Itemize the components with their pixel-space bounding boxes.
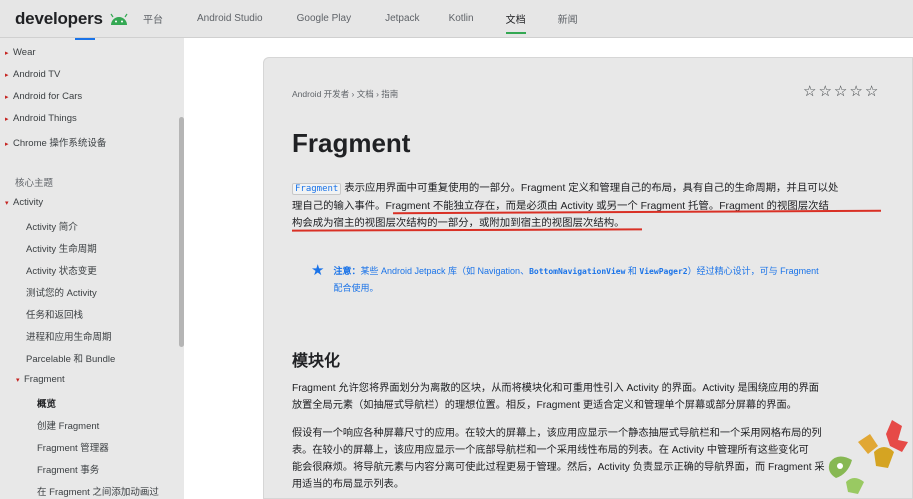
- intro-text-1: 表示应用界面中可重复使用的一部分。Fragment 定义和管理自己的布局，具有自…: [341, 183, 839, 194]
- top-nav-bar: developers 平台 Android Studio Google Play…: [0, 0, 913, 38]
- para1-line-1: Fragment 允许您将界面划分为离散的区块，从而将模块化和可重用性引入 Ac…: [292, 383, 819, 394]
- note-text-a: 某些 Android Jetpack 库（如 Navigation、: [360, 266, 530, 276]
- nav-kotlin[interactable]: Kotlin: [449, 0, 474, 38]
- sidebar-heading-core-topics: 核心主题: [15, 178, 54, 189]
- sidebar-item-label: Android for Cars: [13, 91, 83, 102]
- sidebar-item-label: Android TV: [13, 69, 61, 80]
- decorative-sticker-icon: [828, 420, 908, 494]
- sidebar-scroll-indicator: [75, 38, 95, 40]
- sidebar-item-wear[interactable]: ▸ Wear: [5, 47, 36, 58]
- section-heading-modularity: 模块化: [292, 353, 341, 370]
- star-icon[interactable]: ☆: [803, 84, 816, 99]
- sidebar-item-label: Wear: [13, 47, 36, 58]
- sidebar-item-label: Activity: [13, 197, 44, 208]
- logo-text: developers: [15, 8, 103, 28]
- sidebar-item-label: Android Things: [13, 113, 77, 124]
- sidebar-item-chrome-os[interactable]: ▸ Chrome 操作系统设备: [5, 135, 106, 149]
- note-callout: ★ 注意：某些 Android Jetpack 库（如 Navigation、B…: [311, 263, 881, 296]
- expand-arrow-icon: ▸: [5, 72, 9, 79]
- star-icon[interactable]: ☆: [818, 84, 831, 99]
- bottom-navigation-view-link[interactable]: BottomNavigationView: [529, 267, 625, 276]
- modularity-paragraph-1: Fragment 允许您将界面划分为离散的区块，从而将模块化和可重用性引入 Ac…: [292, 380, 882, 414]
- star-icon[interactable]: ☆: [834, 84, 847, 99]
- para2-line-3: 能会很麻烦。将导航元素与内容分离可使此过程更易于管理。然后，Activity 负…: [292, 462, 825, 473]
- nav-platform[interactable]: 平台: [143, 0, 163, 38]
- star-icon[interactable]: ☆: [849, 84, 862, 99]
- note-line-1: 注意：某些 Android Jetpack 库（如 Navigation、Bot…: [333, 263, 881, 280]
- viewpager2-link[interactable]: ViewPager2: [639, 267, 687, 276]
- modularity-paragraph-2: 假设有一个响应各种屏幕尺寸的应用。在较大的屏幕上，该应用应显示一个静态抽屉式导航…: [292, 425, 882, 493]
- expand-arrow-icon: ▸: [5, 50, 9, 57]
- sidebar-item-label: Fragment: [24, 374, 65, 385]
- fragment-code-link[interactable]: Fragment: [292, 183, 342, 195]
- intro-paragraph: Fragment 表示应用界面中可重复使用的一部分。Fragment 定义和管理…: [292, 180, 882, 232]
- para2-line-2: 表。在较小的屏幕上，该应用应显示一个底部导航栏和一个采用线性布局的列表。在 Ac…: [292, 445, 809, 456]
- note-text-c: ）经过精心设计，可与 Fragment: [687, 266, 819, 276]
- page-title: Fragment: [292, 128, 411, 158]
- sidebar-item-android-for-cars[interactable]: ▸ Android for Cars: [5, 91, 82, 102]
- sidebar-item-activity-state[interactable]: Activity 状态变更: [26, 263, 97, 277]
- intro-line-1: Fragment 表示应用界面中可重复使用的一部分。Fragment 定义和管理…: [292, 180, 882, 198]
- breadcrumb[interactable]: Android 开发者 › 文档 › 指南: [292, 88, 398, 100]
- note-label: 注意：: [333, 266, 361, 276]
- sidebar-item-process-lifecycle[interactable]: 进程和应用生命周期: [26, 329, 112, 343]
- para2-line-1: 假设有一个响应各种屏幕尺寸的应用。在较大的屏幕上，该应用应显示一个静态抽屉式导航…: [292, 428, 822, 439]
- sidebar-item-parcelable-bundle[interactable]: Parcelable 和 Bundle: [26, 351, 115, 365]
- note-line-2: 配合使用。: [333, 283, 379, 293]
- nav-google-play[interactable]: Google Play: [297, 0, 351, 38]
- sidebar-item-activity-intro[interactable]: Activity 简介: [26, 219, 78, 233]
- sidebar-item-android-things[interactable]: ▸ Android Things: [5, 113, 77, 124]
- sidebar-item-tasks-back-stack[interactable]: 任务和返回栈: [26, 307, 83, 321]
- android-logo-icon: [110, 13, 128, 25]
- sidebar-item-android-tv[interactable]: ▸ Android TV: [5, 69, 60, 80]
- note-text-b: 和: [625, 266, 640, 276]
- sidebar-item-fragment-animations[interactable]: 在 Fragment 之间添加动画过: [37, 484, 159, 498]
- rating-stars[interactable]: ☆ ☆ ☆ ☆ ☆: [803, 84, 878, 99]
- sidebar-item-create-fragment[interactable]: 创建 Fragment: [37, 418, 99, 432]
- sidebar-item-overview[interactable]: 概览: [37, 396, 56, 410]
- sidebar-item-fragment[interactable]: ▾ Fragment: [16, 374, 65, 385]
- star-icon[interactable]: ☆: [865, 84, 878, 99]
- nav-jetpack[interactable]: Jetpack: [385, 0, 419, 38]
- expand-arrow-icon: ▸: [5, 116, 9, 123]
- sidebar-item-activity-lifecycle[interactable]: Activity 生命周期: [26, 241, 97, 255]
- sidebar-item-test-activity[interactable]: 测试您的 Activity: [26, 285, 97, 299]
- para2-line-4: 用适当的布局显示列表。: [292, 479, 405, 490]
- note-text: 注意：某些 Android Jetpack 库（如 Navigation、Bot…: [333, 263, 881, 296]
- nav-android-studio[interactable]: Android Studio: [197, 0, 263, 38]
- expand-arrow-icon: ▸: [5, 141, 9, 148]
- collapse-arrow-icon: ▾: [16, 377, 20, 384]
- expand-arrow-icon: ▸: [5, 94, 9, 101]
- sidebar-item-label: Chrome 操作系统设备: [13, 138, 107, 149]
- sidebar-item-fragment-transactions[interactable]: Fragment 事务: [37, 462, 99, 476]
- developers-logo[interactable]: developers: [15, 9, 143, 29]
- nav-docs[interactable]: 文档: [505, 0, 526, 38]
- sidebar-item-activity[interactable]: ▾ Activity: [5, 197, 43, 208]
- collapse-arrow-icon: ▾: [5, 200, 9, 207]
- sidebar-item-fragment-manager[interactable]: Fragment 管理器: [37, 440, 109, 454]
- para1-line-2: 放置全局元素（如抽屉式导航栏）的理想位置。相反，Fragment 更适合定义和管…: [292, 400, 797, 411]
- sidebar-nav: ▸ Wear ▸ Android TV ▸ Android for Cars ▸ And…: [0, 38, 184, 499]
- nav-news[interactable]: 新闻: [558, 0, 578, 38]
- star-filled-icon: ★: [311, 262, 325, 279]
